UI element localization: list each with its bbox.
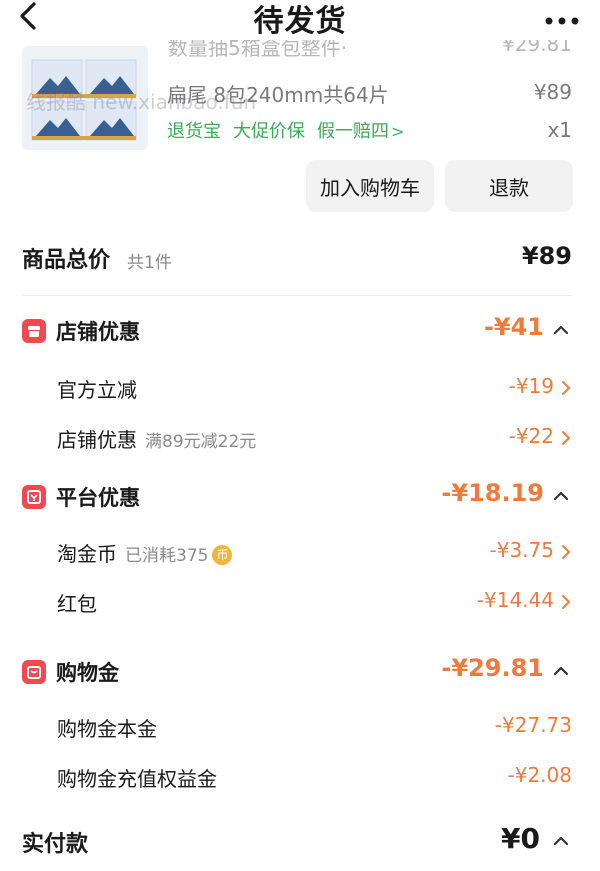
platform-discount-header[interactable]: 平台优惠 -¥18.19 (22, 479, 572, 521)
chevron-up-icon[interactable] (552, 487, 570, 505)
tag-price-protection[interactable]: 大促价保 (233, 117, 305, 143)
more-dots-icon (545, 17, 579, 25)
shopping-credit-item-principal: 购物金本金 -¥27.73 (57, 713, 572, 749)
chevron-right-icon: > (391, 122, 405, 141)
row-label: 官方立减 (57, 378, 137, 402)
service-tags[interactable]: 退货宝 大促价保 假一赔四 > (167, 117, 404, 143)
goods-total-count: 共1件 (127, 253, 172, 273)
refund-button[interactable]: 退款 (445, 160, 573, 212)
platform-discount-label: 平台优惠 (56, 486, 140, 510)
product-price: ¥89 (533, 80, 572, 104)
row-label: 淘金币 (57, 542, 117, 566)
coupon-icon (22, 485, 46, 509)
shopping-credit-item-bonus: 购物金充值权益金 -¥2.08 (57, 763, 572, 799)
actual-payment-value: ¥0 (501, 822, 540, 855)
row-label: 店铺优惠 (57, 428, 137, 452)
row-value: -¥27.73 (494, 713, 572, 737)
shopping-credit-label: 购物金 (56, 661, 119, 685)
watermark-text: 线报酷 new.xianbao.fun (26, 90, 257, 114)
row-value: -¥19 (508, 374, 554, 398)
row-note: 已消耗375 (125, 546, 209, 566)
shop-icon (22, 319, 46, 343)
store-discount-value: -¥41 (483, 313, 544, 341)
store-discount-item-official[interactable]: 官方立减 -¥19 (57, 374, 572, 410)
page-title: 待发货 (253, 4, 347, 39)
actual-payment-label: 实付款 (22, 832, 89, 857)
tag-fake-compensation[interactable]: 假一赔四 > (317, 117, 404, 143)
gold-coin-icon: 币 (212, 545, 233, 565)
chevron-right-icon (562, 431, 570, 445)
add-to-cart-button[interactable]: 加入购物车 (306, 160, 434, 212)
chevron-up-icon[interactable] (552, 321, 570, 339)
row-note: 满89元减22元 (145, 432, 257, 452)
goods-total-value: ¥89 (521, 242, 572, 270)
chevron-up-icon[interactable] (552, 662, 570, 680)
chevron-right-icon (562, 381, 570, 395)
chevron-right-icon (562, 545, 570, 559)
wallet-icon (22, 660, 46, 684)
platform-discount-item-taojinbi[interactable]: 淘金币 已消耗375 币 -¥3.75 (57, 538, 572, 574)
goods-total-row: 商品总价 共1件 ¥89 (22, 238, 572, 282)
shopping-credit-header[interactable]: 购物金 -¥29.81 (22, 654, 572, 696)
row-value: -¥3.75 (489, 538, 554, 562)
row-label: 红包 (57, 592, 97, 616)
store-discount-label: 店铺优惠 (56, 320, 140, 344)
tag-return-insurance[interactable]: 退货宝 (167, 117, 221, 143)
row-label: 购物金本金 (57, 717, 157, 741)
chevron-right-icon (562, 595, 570, 609)
product-quantity: x1 (547, 118, 572, 142)
store-discount-header[interactable]: 店铺优惠 -¥41 (22, 313, 572, 355)
divider (22, 295, 572, 296)
row-value: -¥22 (508, 424, 554, 448)
platform-discount-value: -¥18.19 (441, 479, 544, 507)
store-discount-item-shop[interactable]: 店铺优惠 满89元减22元 -¥22 (57, 424, 572, 460)
row-value: -¥2.08 (507, 763, 572, 787)
top-nav-bar: 待发货 (0, 0, 600, 40)
shopping-credit-value: -¥29.81 (441, 654, 544, 682)
product-card[interactable]: 数量抽5箱盒包整件· ¥29.81 扁尾 8包240mm共64片 ¥89 退货宝… (0, 32, 600, 152)
row-label: 购物金充值权益金 (57, 767, 217, 791)
more-button[interactable] (544, 12, 580, 25)
goods-total-label: 商品总价 (22, 248, 111, 273)
row-value: -¥14.44 (476, 588, 554, 612)
tag-fake-compensation-label: 假一赔四 (317, 121, 389, 142)
chevron-up-icon[interactable] (552, 832, 570, 850)
platform-discount-item-redpacket[interactable]: 红包 -¥14.44 (57, 588, 572, 624)
actual-payment-row[interactable]: 实付款 ¥0 (22, 822, 572, 866)
